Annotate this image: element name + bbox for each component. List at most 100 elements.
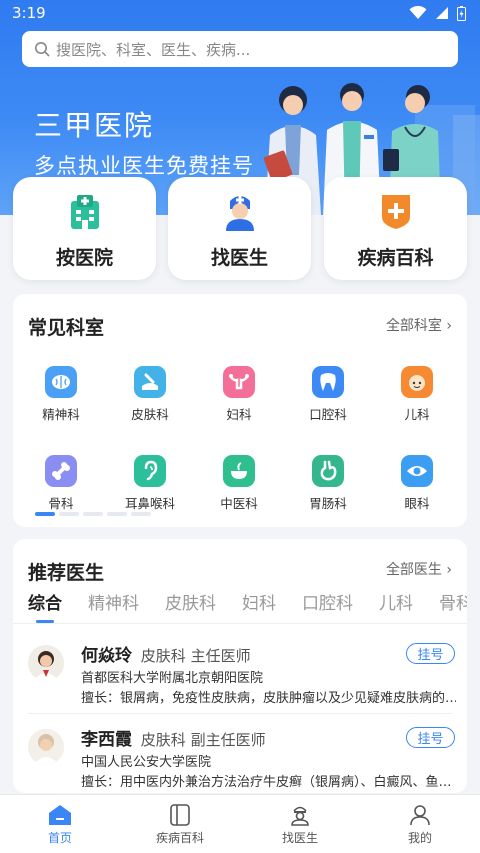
doctor-hospital: 中国人民公安大学医院 [81, 755, 212, 770]
tab-pediatrics[interactable]: 儿科 [379, 589, 413, 614]
dept-orthopedics[interactable]: 骨科 [26, 455, 96, 512]
baby-icon [401, 366, 433, 398]
avatar [28, 645, 64, 681]
avatar [28, 729, 64, 765]
nav-label: 疾病百科 [155, 831, 204, 845]
dept-gynecology[interactable]: 妇科 [204, 366, 274, 423]
doctor-specialty: 擅长：银屑病，免疫性皮肤病，皮肤肿瘤以及少见疑难皮肤病的… [81, 691, 456, 706]
tab-psychiatry[interactable]: 精神科 [88, 589, 139, 614]
dept-stomatology[interactable]: 口腔科 [293, 366, 363, 423]
doctor-icon [225, 196, 254, 231]
dept-label: 中医科 [220, 496, 258, 511]
all-doctors-link[interactable]: 全部医生 › [386, 559, 452, 579]
doctor-card[interactable]: 何焱玲 皮肤科 主任医师 首都医科大学附属北京朝阳医院 擅长：银屑病，免疫性皮肤… [13, 629, 467, 709]
pager-dot [107, 512, 127, 516]
doctor-dept: 皮肤科 [140, 731, 186, 749]
pager-dot-active [35, 512, 55, 516]
tab-gynecology[interactable]: 妇科 [242, 589, 276, 614]
status-time: 3:19 [12, 4, 46, 22]
doctor-title: 副主任医师 [190, 731, 266, 749]
doctor-name: 何焱玲 [81, 646, 132, 666]
doctor-name: 李西霞 [81, 730, 132, 750]
bone-icon [45, 455, 77, 487]
search-input[interactable]: 搜医院、科室、医生、疾病... [22, 31, 458, 67]
user-icon [410, 805, 430, 826]
signal-icon [436, 7, 448, 19]
tab-orthopedics[interactable]: 骨科 [439, 589, 467, 614]
hero-subtitle: 多点执业医生免费挂号 [34, 154, 254, 178]
brain-icon [45, 366, 77, 398]
dept-label: 眼科 [404, 496, 430, 511]
hero-title: 三甲医院 [34, 109, 155, 142]
departments-panel: 常见科室 全部科室 › 精神科 皮肤科 妇科 口腔科 儿科 骨科 耳鼻喉科 中医… [13, 294, 467, 527]
home-icon [49, 805, 71, 825]
departments-title: 常见科室 [28, 317, 105, 339]
quick-entry-hospital[interactable]: 按医院 [13, 177, 156, 280]
medical-shield-icon [381, 195, 410, 229]
tooth-icon [312, 366, 344, 398]
status-icons [409, 5, 466, 21]
doctor-name-line: 李西霞 皮肤科 副主任医师 [81, 725, 266, 750]
dept-ophthalmology[interactable]: 眼科 [382, 455, 452, 512]
doctor-title: 主任医师 [190, 647, 251, 665]
doctor-card[interactable]: 李西霞 皮肤科 副主任医师 中国人民公安大学医院 擅长：用中医内外兼治方法治疗牛… [13, 713, 467, 793]
dept-label: 儿科 [404, 407, 430, 422]
nav-label: 我的 [407, 831, 432, 845]
skin-icon [134, 366, 166, 398]
dept-pediatrics[interactable]: 儿科 [382, 366, 452, 423]
dept-label: 胃肠科 [309, 496, 347, 511]
dept-label: 精神科 [42, 407, 80, 422]
dept-label: 骨科 [48, 496, 74, 511]
quick-entry-label: 找医生 [210, 247, 268, 269]
doctor-hospital: 首都医科大学附属北京朝阳医院 [81, 671, 264, 686]
chevron-right-icon: › [446, 318, 452, 334]
quick-entry-label: 疾病百科 [357, 247, 434, 269]
dept-label: 妇科 [226, 407, 252, 422]
nav-disease-wiki[interactable]: 疾病百科 [120, 795, 240, 853]
dept-label: 口腔科 [309, 407, 347, 422]
all-doctors-label: 全部医生 [385, 562, 442, 578]
doctors-title: 推荐医生 [28, 562, 105, 584]
dept-label: 耳鼻喉科 [124, 496, 175, 511]
register-button[interactable]: 挂号 [406, 727, 455, 748]
doctor-specialty: 擅长：用中医内外兼治方法治疗牛皮癣（银屑病）、白癜风、鱼… [81, 775, 452, 790]
tab-stomatology[interactable]: 口腔科 [302, 589, 353, 614]
dept-ent[interactable]: 耳鼻喉科 [115, 455, 185, 512]
chevron-right-icon: › [446, 562, 452, 578]
pager-dot [131, 512, 151, 516]
quick-entry-disease-wiki[interactable]: 疾病百科 [324, 177, 467, 280]
nav-home[interactable]: 首页 [0, 795, 120, 853]
doctor-dept: 皮肤科 [140, 647, 186, 665]
pager-dot [83, 512, 103, 516]
departments-pager [35, 512, 151, 516]
dept-label: 皮肤科 [131, 407, 169, 422]
nav-label: 找医生 [281, 831, 318, 845]
nav-label: 首页 [47, 831, 72, 845]
search-placeholder: 搜医院、科室、医生、疾病... [56, 40, 251, 59]
dept-dermatology[interactable]: 皮肤科 [115, 366, 185, 423]
nav-find-doctor[interactable]: 找医生 [240, 795, 360, 853]
all-departments-link[interactable]: 全部科室 › [386, 315, 452, 335]
battery-icon [457, 5, 466, 21]
dept-psychiatry[interactable]: 精神科 [26, 366, 96, 423]
stomach-icon [312, 455, 344, 487]
book-icon [170, 804, 190, 826]
register-button[interactable]: 挂号 [406, 643, 455, 664]
doctor-nav-icon [291, 806, 309, 826]
pager-dot [59, 512, 79, 516]
nav-mine[interactable]: 我的 [360, 795, 480, 853]
ear-icon [134, 455, 166, 487]
dept-gastroenterology[interactable]: 胃肠科 [293, 455, 363, 512]
doctor-name-line: 何焱玲 皮肤科 主任医师 [81, 641, 251, 666]
dept-tcm[interactable]: 中医科 [204, 455, 274, 512]
tab-dermatology[interactable]: 皮肤科 [165, 589, 216, 614]
tab-comprehensive[interactable]: 综合 [28, 589, 62, 623]
doctor-tabs: 综合 精神科 皮肤科 妇科 口腔科 儿科 骨科 [28, 589, 467, 623]
status-bar: 3:19 [0, 0, 480, 26]
quick-entry-doctor[interactable]: 找医生 [168, 177, 311, 280]
hospital-building-icon [70, 195, 99, 229]
bottom-nav: 首页 疾病百科 找医生 我的 [0, 794, 480, 853]
quick-entry-label: 按医院 [55, 247, 113, 269]
all-departments-label: 全部科室 [385, 318, 442, 334]
tab-divider [13, 623, 467, 624]
